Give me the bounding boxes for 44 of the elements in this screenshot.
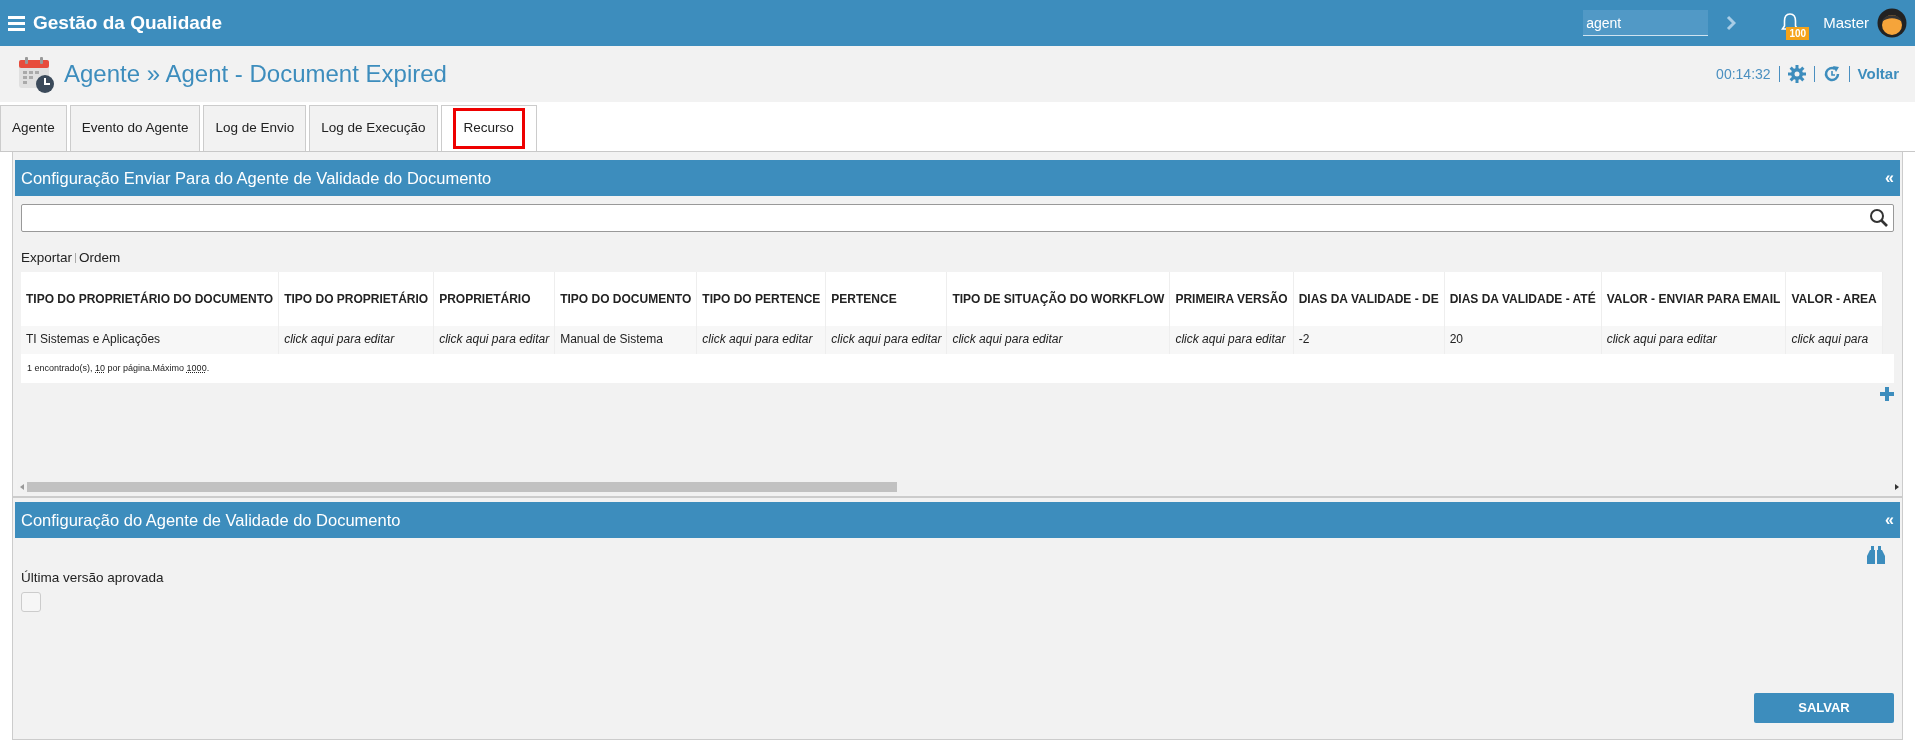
tab[interactable]: Log de Envio [203,105,307,151]
edit-prompt[interactable]: click aqui para editar [696,326,826,354]
toolbar-link[interactable]: Ordem [79,248,121,269]
search-field[interactable] [21,204,1894,232]
tab[interactable]: Recurso [440,105,537,151]
table-cell: -2 [1293,326,1445,354]
tab[interactable]: Log de Execução [309,105,438,151]
app-title: Gestão da Qualidade [33,10,222,35]
edit-prompt[interactable]: click aqui para editar [825,326,947,354]
table-cell: 20 [1444,326,1602,354]
field-label: Última versão aprovada [21,569,165,587]
calendar-clock-icon [16,54,56,94]
edit-prompt[interactable]: click aqui para editar [433,326,555,354]
edit-prompt[interactable]: click aqui para editar [946,326,1170,354]
page-size-link[interactable]: 1000 [186,362,207,373]
edit-prompt[interactable]: click aqui para editar [1601,326,1786,354]
collapse-toggle[interactable]: « [1885,166,1894,190]
menu-icon[interactable] [8,15,25,31]
plus-icon[interactable] [1880,387,1894,402]
panel-title: Configuração do Agente de Validade do Documento [21,509,401,531]
table-cell: Manual de Sistema [554,326,697,354]
pagination-summary: 1 encontrado(s), 10 por página.Máximo 1000. [21,353,1894,384]
edit-prompt[interactable]: click aqui para editar [278,326,434,354]
notification-count: 100 [1786,27,1810,40]
user-name[interactable]: Master [1823,11,1869,35]
page-size-link[interactable]: 10 [95,362,106,373]
panel-title: Configuração Enviar Para do Agente de Validade do Documento [21,167,492,189]
save-button[interactable]: SALVAR [1754,693,1894,723]
page-title: Agente » Agent - Document Expired [64,59,447,89]
refresh-icon[interactable] [1822,65,1841,83]
avatar-icon[interactable] [1877,8,1907,38]
chevron-right-icon[interactable] [1726,15,1737,31]
toolbar-link[interactable]: Exportar [21,248,73,269]
settings-icon[interactable] [1787,65,1806,83]
session-timer: 00:14:32 [1716,64,1771,84]
search-icon[interactable] [1869,208,1889,228]
tab[interactable]: Agente [0,105,67,151]
edit-prompt[interactable]: click aqui para editar [1169,326,1294,354]
binoculars-icon[interactable] [1866,546,1886,564]
edit-prompt[interactable]: click aqui para [1785,326,1883,354]
table-cell: TI Sistemas e Aplicações [21,326,279,354]
tab[interactable]: Evento do Agente [69,105,201,151]
checkbox[interactable] [21,592,41,613]
collapse-toggle[interactable]: « [1885,508,1894,532]
